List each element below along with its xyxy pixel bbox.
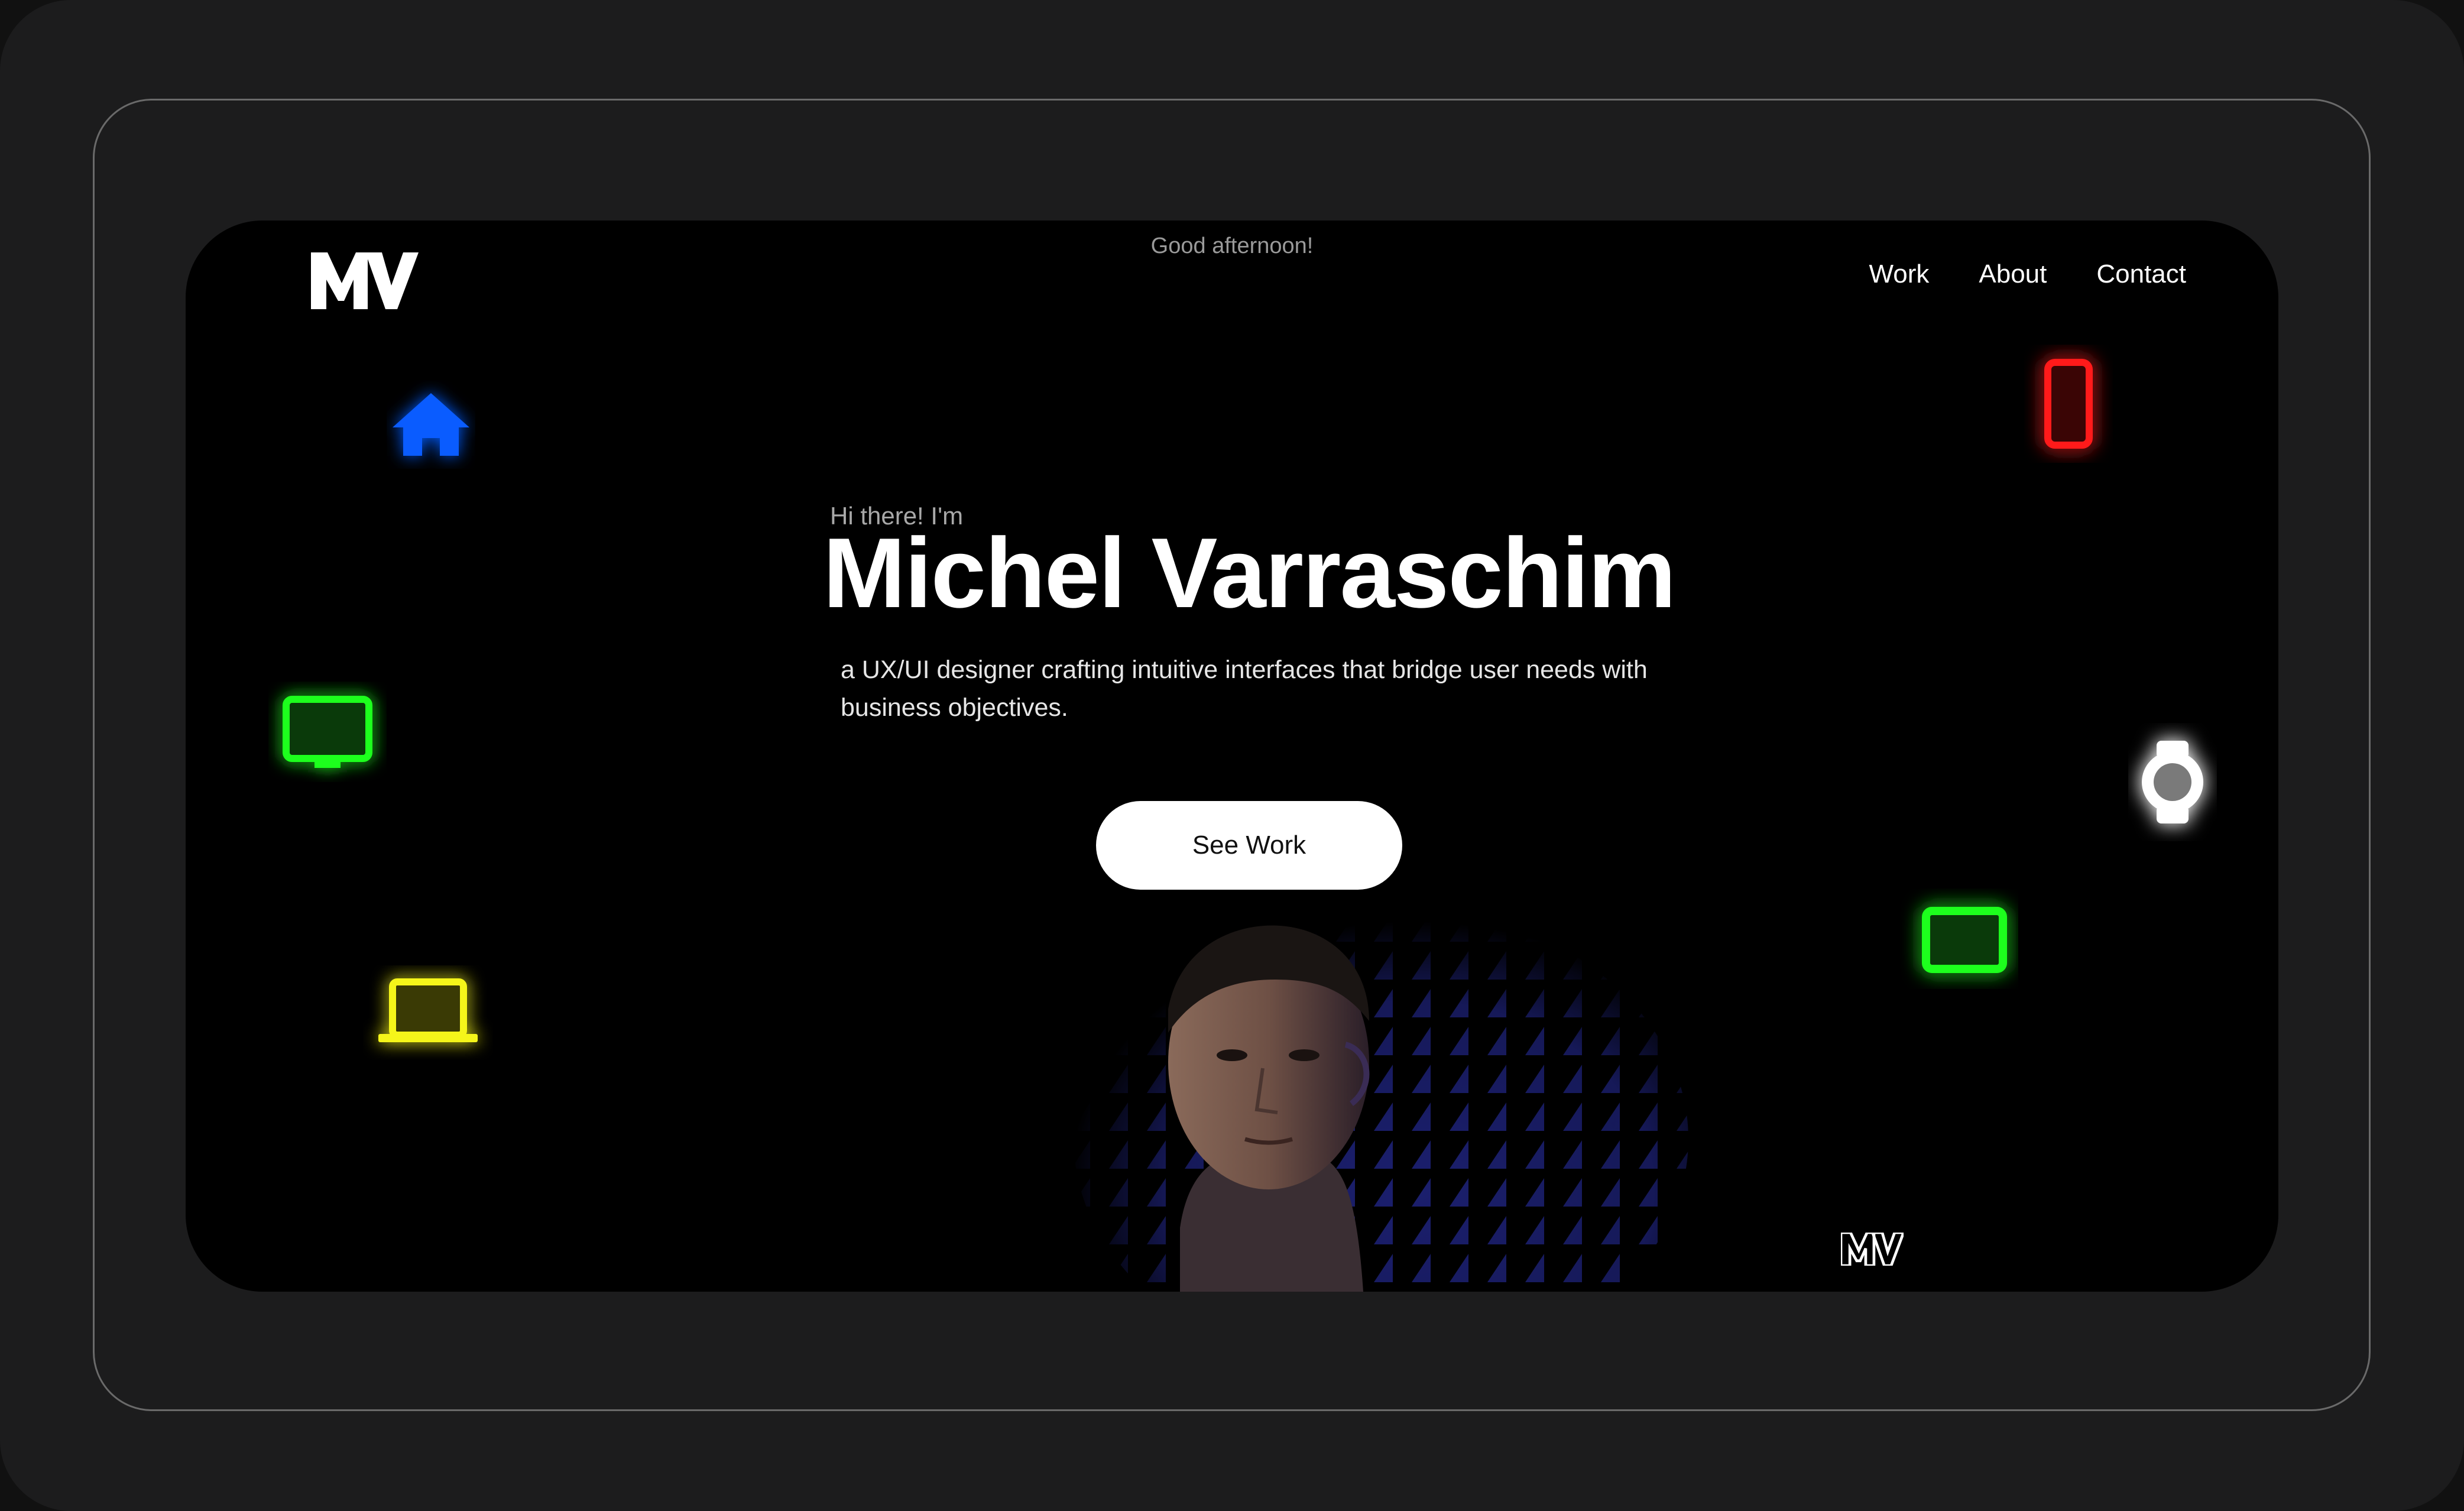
device-frame: Good afternoon! Work About Contact Hi th…: [0, 0, 2464, 1511]
phone-icon: [2024, 345, 2113, 463]
monitor-icon: [268, 682, 387, 782]
nav-contact[interactable]: Contact: [2096, 260, 2186, 289]
website-screen: Good afternoon! Work About Contact Hi th…: [186, 221, 2278, 1292]
main-nav: Work About Contact: [1869, 260, 2186, 289]
hero-name: Michel Varraschim: [823, 517, 1676, 628]
nav-work[interactable]: Work: [1869, 260, 1930, 289]
watch-icon: [2128, 723, 2217, 841]
tablet-icon: [1900, 889, 2018, 989]
see-work-button[interactable]: See Work: [1096, 801, 1402, 890]
nav-about[interactable]: About: [1979, 260, 2047, 289]
mv-logo-outline[interactable]: [1839, 1231, 1906, 1267]
home-icon: [387, 380, 475, 469]
laptop-icon: [363, 965, 493, 1060]
mv-logo[interactable]: [311, 252, 419, 309]
greeting-text: Good afternoon!: [1150, 234, 1314, 258]
hero-tagline: a UX/UI designer crafting intuitive inte…: [841, 656, 1648, 722]
portrait-image: [991, 897, 1700, 1292]
